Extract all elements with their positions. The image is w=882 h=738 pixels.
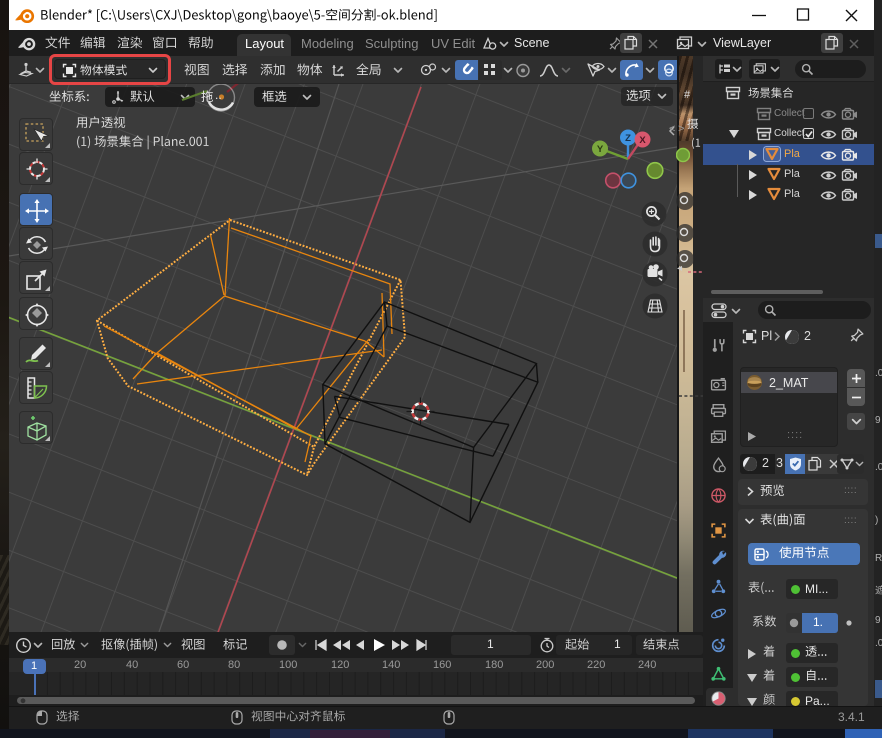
svg-text:X: X: [639, 135, 646, 146]
svg-text:Z: Z: [625, 133, 631, 144]
svg-text:Y: Y: [597, 144, 604, 155]
